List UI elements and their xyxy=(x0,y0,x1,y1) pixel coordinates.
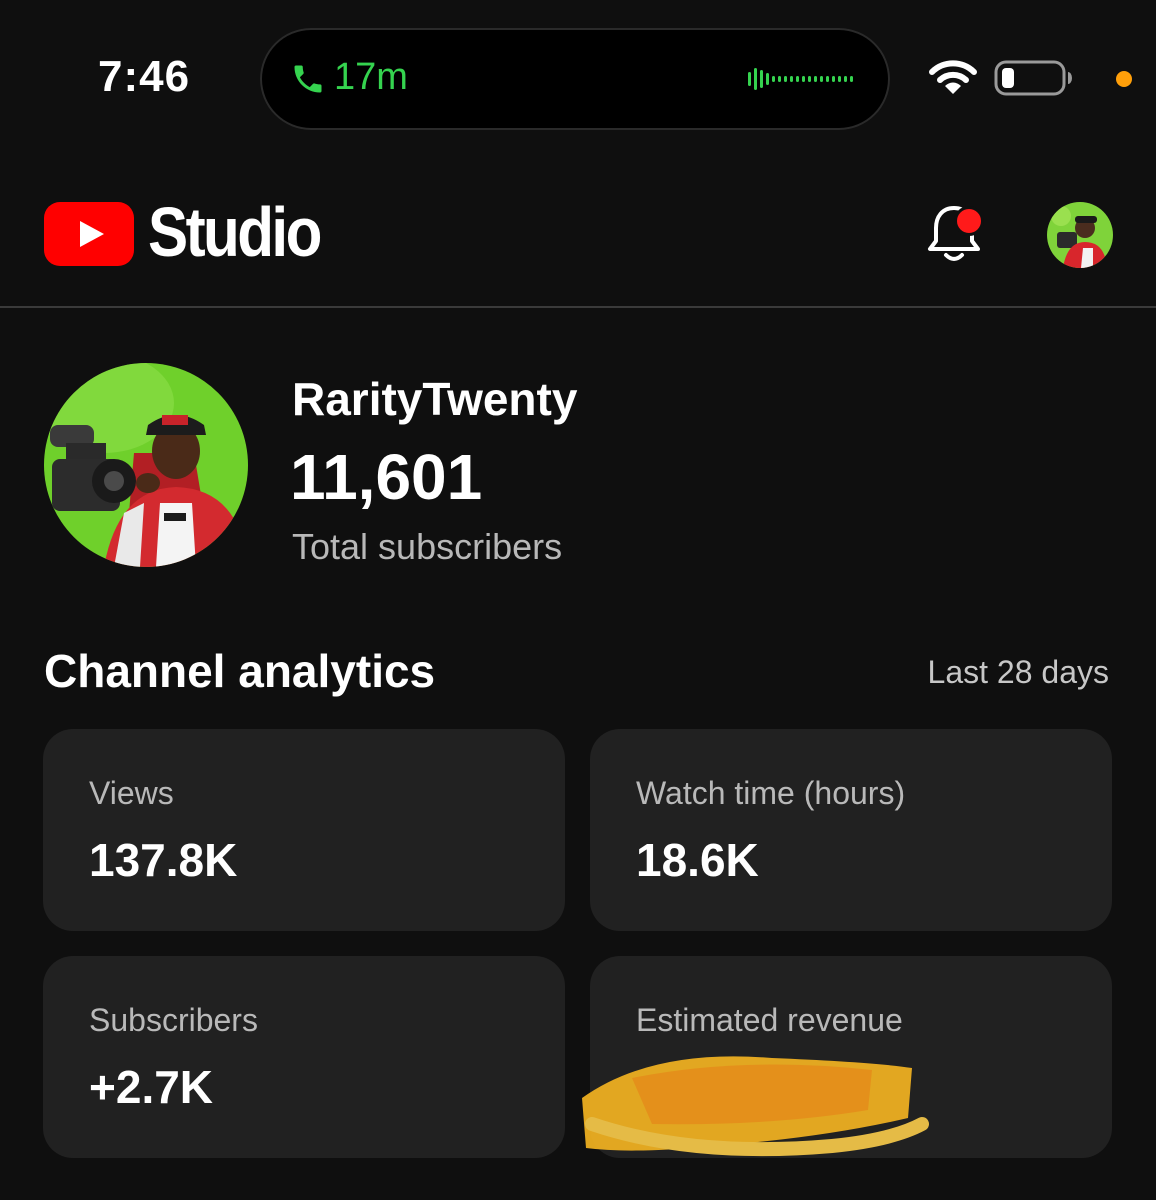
header-divider xyxy=(0,306,1156,308)
youtube-logo-icon[interactable] xyxy=(44,202,134,266)
notification-badge xyxy=(954,206,984,236)
views-card[interactable]: Views 137.8K xyxy=(43,729,565,931)
call-duration: 17m xyxy=(334,56,408,98)
subscribers-card[interactable]: Subscribers +2.7K xyxy=(43,956,565,1158)
privacy-indicator-dot xyxy=(1116,71,1132,87)
total-subscriber-count: 11,601 xyxy=(290,441,483,513)
card-value: +2.7K xyxy=(89,1061,214,1113)
status-time: 7:46 xyxy=(98,52,191,101)
card-label: Views xyxy=(89,775,174,811)
studio-wordmark: Studio xyxy=(148,193,322,271)
account-avatar[interactable] xyxy=(1047,202,1113,268)
watch-time-card[interactable]: Watch time (hours) 18.6K xyxy=(590,729,1112,931)
channel-avatar[interactable] xyxy=(44,363,248,567)
channel-analytics-title: Channel analytics xyxy=(44,645,436,697)
card-label: Subscribers xyxy=(89,1002,258,1038)
channel-name: RarityTwenty xyxy=(292,373,578,425)
card-label: Watch time (hours) xyxy=(636,775,906,811)
card-value: 137.8K xyxy=(89,834,238,886)
audio-wave-icon xyxy=(748,68,853,90)
estimated-revenue-card[interactable]: Estimated revenue xyxy=(582,956,1112,1158)
card-value: 18.6K xyxy=(636,834,759,886)
battery-icon xyxy=(994,60,1072,96)
phone-icon xyxy=(294,65,322,93)
dynamic-island-call[interactable]: 17m xyxy=(260,28,890,130)
analytics-period: Last 28 days xyxy=(927,654,1109,690)
wifi-icon xyxy=(929,60,977,94)
total-subscribers-label: Total subscribers xyxy=(292,526,563,567)
redaction-scribble xyxy=(582,1056,929,1157)
